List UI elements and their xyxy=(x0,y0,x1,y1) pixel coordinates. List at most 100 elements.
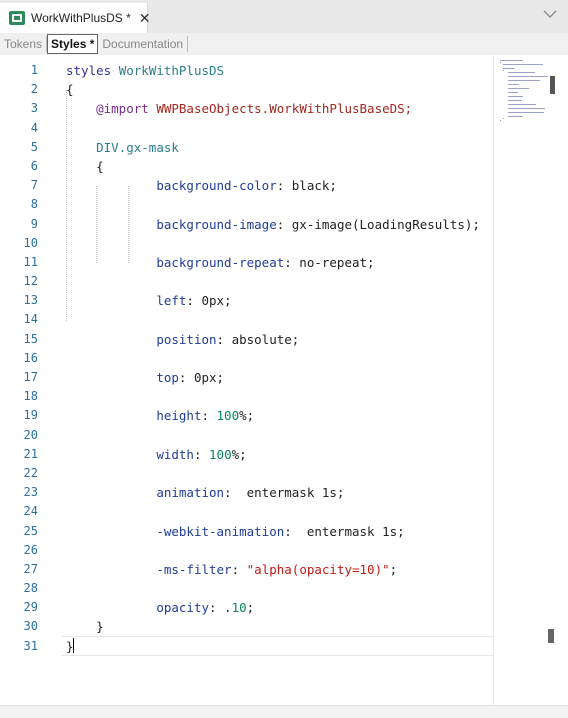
minimap-line xyxy=(502,68,515,69)
code-line: height: 100%; xyxy=(66,406,493,425)
tab-tokens[interactable]: Tokens xyxy=(0,35,46,53)
text-caret xyxy=(73,638,74,653)
tab-styles[interactable]: Styles * xyxy=(47,34,99,54)
code-token: : xyxy=(201,408,217,424)
code-token: WWPBaseObjects.WorkWithPlusBaseDS; xyxy=(156,101,413,117)
code-minimap[interactable] xyxy=(493,55,568,705)
minimap-viewport-thumb[interactable] xyxy=(550,76,555,94)
close-icon[interactable]: ✕ xyxy=(139,10,151,27)
minimap-line xyxy=(508,72,535,73)
line-number: 26 xyxy=(23,542,38,557)
code-line: } xyxy=(66,617,493,636)
line-number: 19 xyxy=(23,408,38,423)
line-number: 17 xyxy=(23,370,38,384)
code-token: background-color xyxy=(156,178,277,194)
minimap-line xyxy=(500,120,502,121)
code-token: : xyxy=(231,561,247,577)
code-token: top xyxy=(156,370,179,385)
line-number: 18 xyxy=(23,389,38,404)
code-token: : gx-image(LoadingResults); xyxy=(276,216,480,232)
code-line: width: 100%; xyxy=(66,445,493,464)
code-text[interactable]: styles WorkWithPlusDS { @import WWPBaseOb… xyxy=(66,61,493,656)
code-line: background-repeat: no-repeat; xyxy=(66,253,493,272)
minimap-line xyxy=(508,116,523,117)
minimap-line xyxy=(508,104,536,105)
chevron-down-icon[interactable] xyxy=(542,6,558,22)
code-token: { xyxy=(66,158,104,174)
tab-separator xyxy=(187,36,189,52)
editor-subtabs: Tokens Styles * Documentation xyxy=(0,33,568,55)
code-token: : 0px; xyxy=(186,293,232,309)
code-token: 10 xyxy=(231,600,247,616)
tab-documentation[interactable]: Documentation xyxy=(98,35,187,53)
code-line: -webkit-animation: entermask 1s; xyxy=(66,522,493,541)
line-number: 13 xyxy=(23,293,38,308)
line-number: 14 xyxy=(23,312,38,327)
code-token: : 0px; xyxy=(178,370,225,385)
line-number: 7 xyxy=(30,178,38,193)
minimap-line xyxy=(508,88,530,89)
code-line: @import WWPBaseObjects.WorkWithPlusBaseD… xyxy=(66,99,493,118)
code-line: } xyxy=(66,637,493,656)
minimap-line xyxy=(508,80,541,81)
line-number: 30 xyxy=(23,619,38,634)
line-number: 10 xyxy=(23,235,38,250)
line-number: 4 xyxy=(30,120,38,135)
line-number: 29 xyxy=(23,600,38,615)
code-token: styles xyxy=(66,63,119,78)
code-token: width xyxy=(156,446,194,462)
code-line: -ms-filter: "alpha(opacity=10)"; xyxy=(66,560,493,579)
line-number: 12 xyxy=(23,274,38,289)
code-line: styles WorkWithPlusDS xyxy=(66,61,493,80)
line-number: 23 xyxy=(23,485,38,500)
line-number: 22 xyxy=(23,465,38,480)
minimap-scroll-marker xyxy=(548,629,554,643)
line-number: 9 xyxy=(30,216,38,231)
code-token: 100 xyxy=(216,408,240,424)
document-tab[interactable]: WorkWithPlusDS * ✕ xyxy=(0,3,151,33)
minimap-line xyxy=(508,96,523,97)
code-token: "alpha(opacity=10)" xyxy=(246,561,390,577)
code-line: { xyxy=(66,80,493,99)
minimap-line xyxy=(502,118,504,119)
code-token: %; xyxy=(231,446,247,462)
minimap-line xyxy=(508,92,519,93)
code-token: : black; xyxy=(276,178,337,194)
code-token: DIV xyxy=(96,139,119,155)
code-token: ; xyxy=(389,561,398,577)
minimap-line xyxy=(508,100,522,101)
code-line: opacity: .10; xyxy=(66,598,493,617)
code-line: animation: entermask 1s; xyxy=(66,483,493,502)
minimap-line xyxy=(500,60,524,61)
line-number-gutter: 1 2 3 4 5 6 7 8 9 10 11 12 13 14 15 16 17 18 19 20 21 22 23 24 2… xyxy=(0,61,48,656)
code-token: .gx-mask xyxy=(118,139,179,155)
code-token: : . xyxy=(209,600,232,616)
code-token: %; xyxy=(239,408,255,424)
code-token: } xyxy=(66,619,104,635)
document-tab-title: WorkWithPlusDS * xyxy=(31,11,131,25)
code-line: { xyxy=(66,157,493,176)
code-line: background-color: black; xyxy=(66,176,493,195)
code-token: position xyxy=(156,331,217,347)
code-token: : absolute; xyxy=(216,331,300,347)
line-number: 31 xyxy=(23,638,38,653)
code-token: -ms-filter xyxy=(156,561,232,577)
code-token: background-repeat xyxy=(156,254,285,270)
code-token: @import xyxy=(96,101,157,117)
code-token: left xyxy=(156,293,187,309)
code-editor[interactable]: 1 2 3 4 5 6 7 8 9 10 11 12 13 14 15 16 17 18 19 20 21 22 23 24 2… xyxy=(0,55,493,705)
